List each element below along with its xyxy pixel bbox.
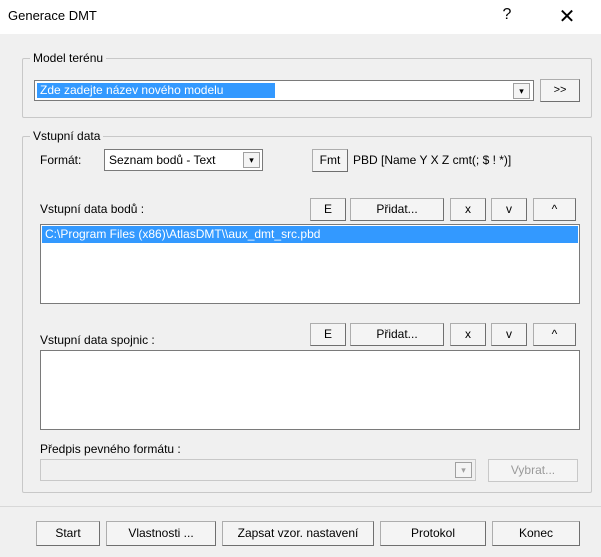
properties-button[interactable]: Vlastnosti ...	[106, 521, 216, 546]
model-name-input[interactable]: Zde zadejte název nového modelu	[37, 83, 275, 98]
list-item[interactable]: C:\Program Files (x86)\AtlasDMT\\aux_dmt…	[42, 226, 578, 243]
lines-label: Vstupní data spojnic :	[40, 333, 155, 347]
protocol-button[interactable]: Protokol	[380, 521, 486, 546]
lines-edit-button[interactable]: E	[310, 323, 346, 346]
lines-move-up-button[interactable]: ^	[533, 323, 576, 346]
format-combo[interactable]: Seznam bodů - Text ▾	[104, 149, 263, 171]
start-button[interactable]: Start	[36, 521, 100, 546]
window-title: Generace DMT	[8, 8, 97, 23]
lines-file-list[interactable]	[40, 350, 580, 430]
points-label: Vstupní data bodů :	[40, 202, 145, 216]
points-remove-button[interactable]: x	[450, 198, 486, 221]
model-name-combo[interactable]: Zde zadejte název nového modelu ▾	[34, 80, 534, 101]
input-data-legend: Vstupní data	[30, 129, 104, 143]
fixed-format-label: Předpis pevného formátu :	[40, 442, 181, 456]
points-add-button[interactable]: Přidat...	[350, 198, 444, 221]
chevron-down-icon[interactable]: ▾	[513, 83, 530, 99]
footer-divider	[0, 506, 601, 507]
points-move-down-button[interactable]: v	[491, 198, 527, 221]
select-button[interactable]: Vybrat...	[488, 459, 578, 482]
browse-button[interactable]: >>	[540, 79, 580, 102]
help-button[interactable]: ?	[497, 6, 517, 24]
format-label: Formát:	[40, 153, 82, 167]
fixed-format-combo[interactable]: ▾	[40, 459, 476, 481]
fmt-button[interactable]: Fmt	[312, 149, 348, 172]
save-template-button[interactable]: Zapsat vzor. nastavení	[222, 521, 374, 546]
points-edit-button[interactable]: E	[310, 198, 346, 221]
format-description: PBD [Name Y X Z cmt(; $ ! *)]	[353, 153, 512, 167]
chevron-down-icon[interactable]: ▾	[243, 152, 260, 168]
lines-remove-button[interactable]: x	[450, 323, 486, 346]
points-file-list[interactable]: C:\Program Files (x86)\AtlasDMT\\aux_dmt…	[40, 224, 580, 304]
lines-add-button[interactable]: Přidat...	[350, 323, 444, 346]
end-button[interactable]: Konec	[492, 521, 580, 546]
close-button[interactable]: ✕	[555, 4, 579, 29]
model-group-legend: Model terénu	[30, 51, 107, 65]
lines-move-down-button[interactable]: v	[491, 323, 527, 346]
input-data-group	[22, 136, 592, 493]
title-bar: Generace DMT ? ✕	[0, 0, 601, 34]
points-move-up-button[interactable]: ^	[533, 198, 576, 221]
format-value: Seznam bodů - Text	[109, 153, 216, 167]
chevron-down-icon[interactable]: ▾	[455, 462, 472, 478]
